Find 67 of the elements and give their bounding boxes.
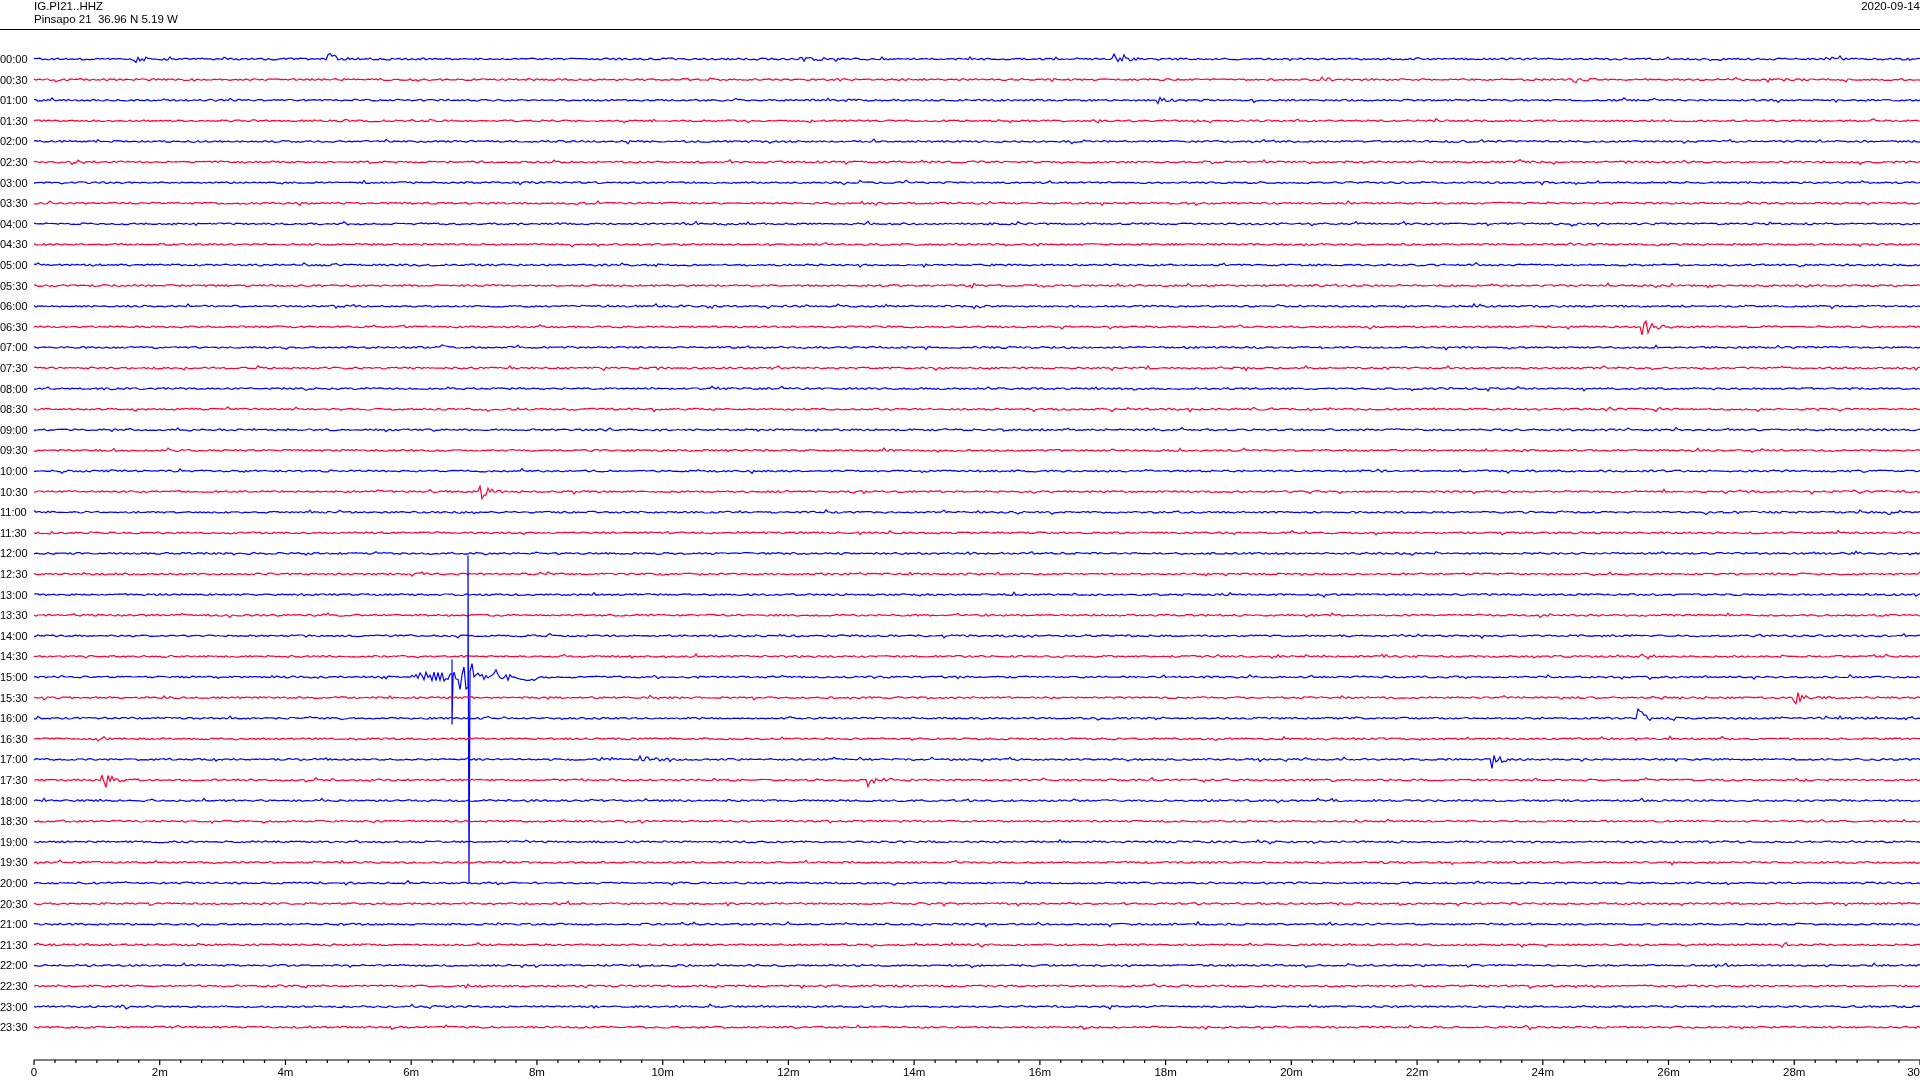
axis-tick-label: 2m	[151, 1066, 168, 1078]
time-label: 03:30	[0, 197, 28, 210]
time-label: 00:00	[0, 53, 28, 65]
time-label: 23:30	[0, 1021, 28, 1034]
time-label: 16:00	[0, 712, 28, 725]
time-label: 22:00	[0, 959, 28, 972]
station-code: IG.PI21..HHZ	[34, 0, 105, 13]
time-label: 14:00	[0, 629, 28, 642]
time-label: 02:00	[0, 135, 28, 148]
axis-tick-label: 20m	[1280, 1066, 1303, 1078]
time-label: 21:30	[0, 938, 28, 951]
time-label: 11:30	[0, 526, 27, 539]
axis-tick-label: 18m	[1154, 1066, 1177, 1078]
time-label: 16:30	[0, 732, 28, 745]
axis-tick-label: 12m	[777, 1066, 800, 1078]
time-label: 21:00	[0, 918, 28, 931]
time-label: 17:30	[0, 774, 28, 786]
time-label: 01:00	[0, 94, 28, 107]
time-label: 18:30	[0, 815, 28, 828]
time-label: 07:30	[0, 362, 28, 374]
axis-tick-label: 24m	[1531, 1066, 1554, 1078]
time-label: 18:00	[0, 794, 28, 807]
axis-tick-label: 0	[30, 1066, 38, 1078]
time-label: 12:00	[0, 547, 28, 560]
axis-tick-label: 30	[1907, 1066, 1920, 1078]
time-label: 10:30	[0, 485, 28, 498]
axis-tick-label: 16m	[1028, 1066, 1052, 1078]
axis-tick-label: 10m	[651, 1066, 674, 1078]
time-label: 20:30	[0, 897, 28, 910]
axis-tick-label: 8m	[528, 1066, 545, 1078]
time-label: 13:30	[0, 609, 28, 622]
axis-tick-label: 28m	[1783, 1066, 1806, 1078]
time-label: 23:00	[0, 1000, 28, 1013]
time-label: 04:30	[0, 238, 28, 251]
time-label: 06:30	[0, 320, 28, 333]
time-label: 13:00	[0, 588, 28, 601]
axis-tick-label: 22m	[1405, 1066, 1429, 1078]
time-label: 03:00	[0, 176, 28, 189]
record-date: 2020-09-14	[1861, 0, 1920, 14]
time-label: 09:00	[0, 423, 28, 436]
time-label: 06:00	[0, 300, 28, 313]
time-label: 22:30	[0, 980, 28, 992]
time-label: 07:00	[0, 341, 28, 354]
time-label: 20:00	[0, 877, 28, 889]
time-label: 08:30	[0, 403, 28, 416]
time-label: 01:30	[0, 114, 28, 127]
time-label: 14:30	[0, 650, 28, 663]
time-label: 09:30	[0, 444, 28, 457]
time-label: 19:00	[0, 835, 28, 848]
time-label: 15:30	[0, 691, 28, 704]
axis-tick-label: 4m	[277, 1066, 294, 1078]
axis-tick-label: 6m	[403, 1066, 420, 1078]
axis-tick-label: 14m	[902, 1066, 926, 1078]
time-label: 05:00	[0, 259, 28, 271]
station-location: Pinsapo 21 36.96 N 5.19 W	[34, 13, 178, 26]
time-label: 04:00	[0, 217, 28, 230]
time-label: 15:00	[0, 671, 28, 683]
time-label: 02:30	[0, 156, 28, 168]
time-label: 17:00	[0, 753, 28, 766]
time-label: 10:00	[0, 465, 28, 477]
time-label: 08:00	[0, 382, 28, 395]
time-label: 12:30	[0, 568, 28, 580]
axis-tick-label: 26m	[1657, 1066, 1680, 1078]
time-label: 11:00	[0, 506, 27, 519]
time-label: 00:30	[0, 73, 28, 86]
time-label: 05:30	[0, 279, 28, 292]
time-label: 19:30	[0, 856, 28, 869]
